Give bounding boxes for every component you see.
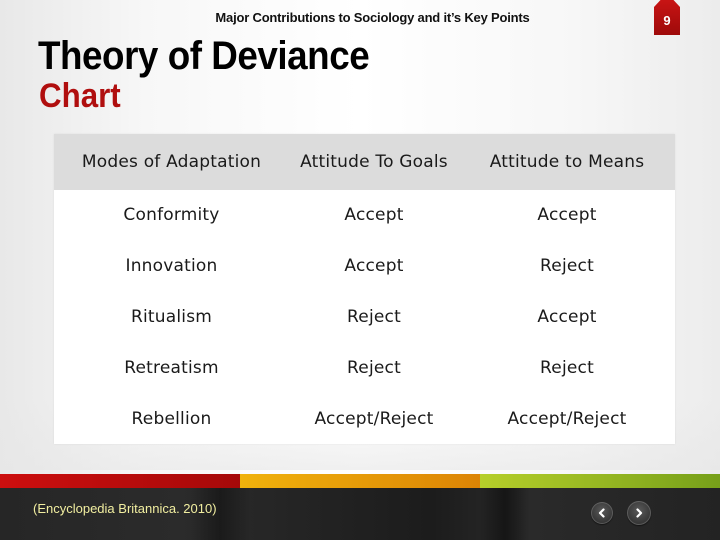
means-cell: Accept/Reject [507, 408, 627, 429]
page-number-badge: 9 [654, 0, 680, 35]
table-header-row: Modes of Adaptation Attitude To Goals At… [54, 134, 675, 190]
goals-cell: Reject [347, 357, 401, 378]
deviance-table: Modes of Adaptation Attitude To Goals At… [54, 134, 675, 444]
means-cell: Accept [537, 205, 597, 226]
color-stripe-green [480, 474, 720, 488]
goals-cell: Reject [347, 306, 401, 327]
means-cell: Accept [537, 306, 597, 327]
goals-cell: Accept [344, 256, 404, 277]
means-cell: Reject [540, 357, 594, 378]
footer-shade [480, 488, 530, 540]
table-row: Ritualism Reject Accept [54, 292, 675, 343]
slide-title-sub: Chart [39, 77, 121, 115]
means-cell: Reject [540, 256, 594, 277]
footer-bar: (Encyclopedia Britannica. 2010) [0, 488, 720, 540]
chevron-right-icon [636, 508, 643, 518]
slide-title: Theory of Deviance [38, 34, 370, 78]
table-row: Conformity Accept Accept [54, 190, 675, 241]
table-row: Rebellion Accept/Reject Accept/Reject [54, 393, 675, 444]
mode-cell: Rebellion [131, 408, 212, 429]
table-row: Retreatism Reject Reject [54, 342, 675, 393]
mode-cell: Innovation [125, 256, 218, 277]
citation-text: (Encyclopedia Britannica. 2010) [33, 501, 217, 516]
chevron-left-icon [598, 508, 605, 518]
next-slide-button[interactable] [627, 501, 651, 525]
column-header-modes: Modes of Adaptation [81, 152, 262, 172]
previous-slide-button[interactable] [591, 502, 613, 524]
mode-cell: Conformity [123, 205, 220, 226]
color-stripe-red [0, 474, 240, 488]
table-row: Innovation Accept Reject [54, 241, 675, 292]
column-header-goals: Attitude To Goals [300, 152, 448, 172]
goals-cell: Accept/Reject [314, 408, 434, 429]
column-header-means: Attitude to Means [489, 152, 645, 172]
goals-cell: Accept [344, 205, 404, 226]
mode-cell: Retreatism [124, 357, 219, 378]
page-number: 9 [663, 12, 671, 28]
slide-subtitle: Major Contributions to Sociology and it’… [215, 10, 530, 25]
mode-cell: Ritualism [130, 306, 213, 327]
color-stripe-orange [240, 474, 480, 488]
